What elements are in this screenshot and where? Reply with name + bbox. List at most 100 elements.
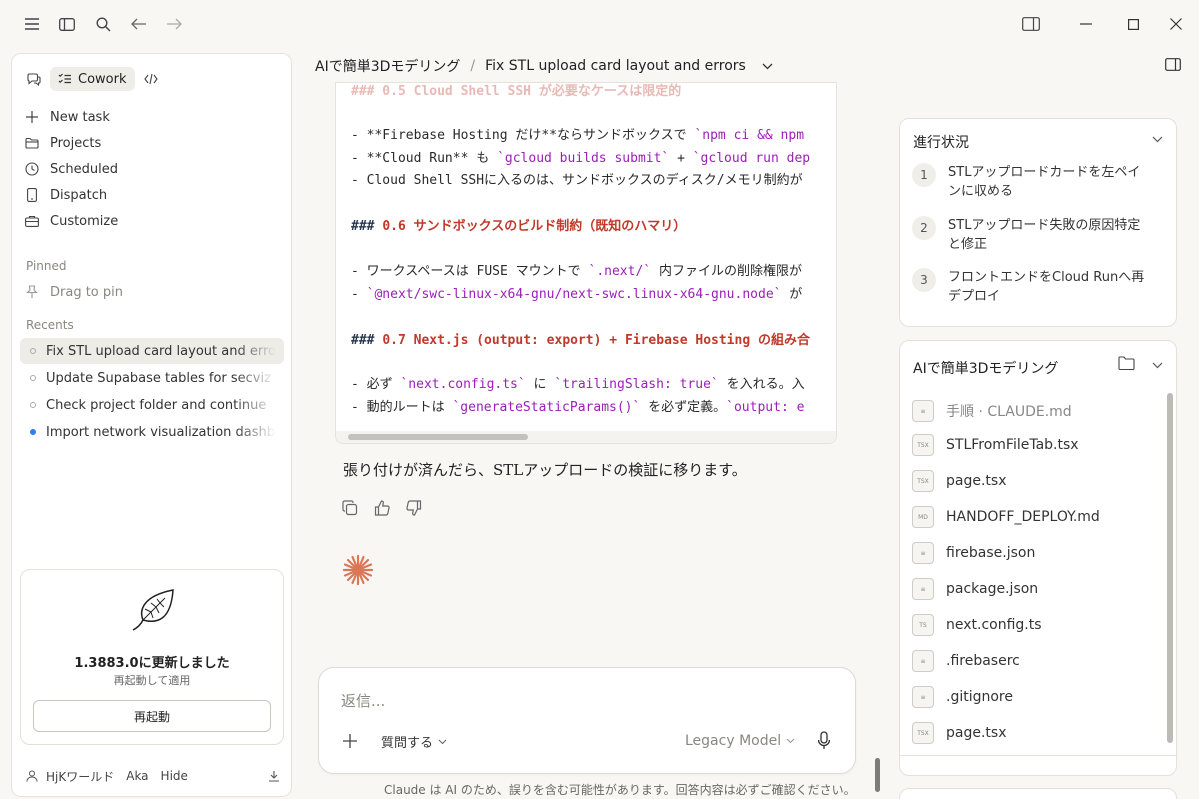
hide-button[interactable]: Hide: [161, 769, 188, 783]
document-icon: ≡: [912, 578, 934, 600]
nav-scheduled[interactable]: Scheduled: [24, 157, 118, 181]
clock-icon: [24, 161, 40, 177]
progress-card: 進行状況 1 STLアップロードカードを左ペインに収める 2 STLアップロード…: [899, 118, 1177, 327]
copy-icon[interactable]: [342, 500, 360, 518]
recent-item-label: Import network visualization dashboa: [46, 424, 276, 440]
code-line: - Cloud Shell SSHに入るのは、サンドボックスのディスク/メモリ制…: [351, 173, 803, 188]
step-number: 1: [912, 163, 936, 187]
recent-item-label: Check project folder and continue: [46, 397, 267, 413]
disclaimer: Claude は AI のため、誤りを含む可能性があります。回答内容は必ずご確認…: [384, 783, 856, 797]
update-title: 1.3883.0に更新しました: [74, 656, 230, 671]
file-name: HANDOFF_DEPLOY.md: [946, 509, 1100, 525]
document-icon: ≡: [912, 650, 934, 672]
chevron-down-icon[interactable]: [1152, 362, 1163, 369]
recent-item-label: Update Supabase tables for secviz pr: [46, 370, 276, 386]
file-item[interactable]: MD HANDOFF_DEPLOY.md: [912, 505, 1100, 529]
folder-icon: [24, 135, 40, 151]
project-files-card: AIで簡単3Dモデリング ≡ 手順 · CLAUDE.md TSX STLFro…: [899, 340, 1177, 776]
search-icon[interactable]: [91, 12, 115, 36]
code-icon[interactable]: [141, 69, 161, 89]
breadcrumb-project[interactable]: AIで簡単3Dモデリング: [315, 56, 460, 76]
briefcase-icon: [24, 213, 40, 229]
code-line: - ワークスペースは FUSE マウントで `.next/` 内ファイルの削除権…: [351, 264, 802, 279]
file-name: package.json: [946, 581, 1039, 597]
user-org: Aka: [126, 769, 149, 783]
recent-item[interactable]: Check project folder and continue: [20, 392, 284, 418]
file-item[interactable]: ≡ .gitignore: [912, 685, 1013, 709]
file-name: page.tsx: [946, 473, 1007, 489]
file-item[interactable]: TSX page.tsx: [912, 469, 1006, 493]
nav-customize-label: Customize: [50, 213, 119, 229]
tsx-file-icon: TSX: [912, 722, 934, 744]
main-scrollbar[interactable]: [875, 758, 880, 792]
file-item[interactable]: TSX page.tsx: [912, 721, 1006, 745]
progress-title: 進行状況: [913, 135, 969, 151]
horizontal-scrollbar[interactable]: [336, 431, 836, 443]
code-line: ### 0.6 サンドボックスのビルド制約（既知のハマリ）: [351, 219, 687, 234]
recent-item[interactable]: Update Supabase tables for secviz pr: [20, 365, 284, 391]
nav-customize[interactable]: Customize: [24, 209, 118, 233]
download-icon[interactable]: [268, 770, 280, 782]
breadcrumb-separator: /: [470, 58, 476, 74]
sidebar-toggle-icon[interactable]: [55, 12, 79, 36]
breadcrumb-task[interactable]: Fix STL upload card layout and errors: [485, 58, 746, 74]
thumbs-up-icon[interactable]: [374, 500, 392, 518]
nav-dispatch[interactable]: Dispatch: [24, 183, 107, 207]
code-line: ### 0.7 Next.js (output: export) + Fireb…: [351, 333, 810, 348]
breadcrumb: AIで簡単3Dモデリング / Fix STL upload card layou…: [315, 56, 773, 76]
step-text: STLアップロード失敗の原因特定と修正: [948, 218, 1141, 252]
model-selector[interactable]: Legacy Model: [685, 733, 795, 749]
ask-mode-dropdown[interactable]: 質問する: [381, 732, 447, 751]
drag-to-pin-label: Drag to pin: [50, 284, 123, 300]
arrow-right-icon[interactable]: [162, 12, 186, 36]
add-attachment-icon[interactable]: [343, 734, 357, 748]
file-name: .firebaserc: [946, 653, 1020, 669]
nav-projects[interactable]: Projects: [24, 131, 101, 155]
pinned-label: Pinned: [26, 259, 67, 273]
document-icon: ≡: [912, 686, 934, 708]
recents-label: Recents: [26, 318, 74, 332]
nav-new-task[interactable]: New task: [24, 105, 110, 129]
file-item[interactable]: TSX STLFromFileTab.tsx: [912, 433, 1079, 457]
folder-icon[interactable]: [1118, 356, 1135, 370]
nav-projects-label: Projects: [50, 135, 102, 151]
drag-to-pin: Drag to pin: [24, 280, 123, 304]
progress-step: 2 STLアップロード失敗の原因特定と修正: [912, 216, 1167, 254]
minimize-icon[interactable]: [1074, 12, 1098, 36]
file-item[interactable]: ≡ .firebaserc: [912, 649, 1020, 673]
mode-switcher: Cowork: [24, 66, 161, 92]
hamburger-icon[interactable]: [20, 12, 44, 36]
scrollbar-thumb[interactable]: [348, 434, 528, 440]
microphone-icon[interactable]: [817, 731, 831, 751]
user-icon: [26, 770, 38, 782]
close-icon[interactable]: [1164, 12, 1188, 36]
code-block[interactable]: ### 0.5 Cloud Shell SSH が必要なケースは限定的 - **…: [335, 82, 837, 444]
files-title: AIで簡単3Dモデリング: [913, 361, 1059, 377]
user-name[interactable]: HjKワールド: [46, 768, 114, 785]
md-file-icon: MD: [912, 506, 934, 528]
restart-button[interactable]: 再起動: [33, 700, 271, 732]
recent-status-dot: [30, 429, 36, 435]
file-item[interactable]: ≡ firebase.json: [912, 541, 1035, 565]
chat-icon[interactable]: [24, 69, 44, 89]
thumbs-down-icon[interactable]: [406, 500, 424, 518]
chevron-down-icon[interactable]: [1152, 136, 1163, 143]
chevron-down-icon[interactable]: [762, 63, 773, 70]
file-item[interactable]: ≡ package.json: [912, 577, 1038, 601]
progress-step: 1 STLアップロードカードを左ペインに収める: [912, 163, 1167, 201]
update-subtitle: 再起動して適用: [113, 674, 191, 687]
recent-item[interactable]: Fix STL upload card layout and errors: [20, 338, 284, 364]
file-item[interactable]: ≡ 手順 · CLAUDE.md: [912, 399, 1072, 423]
reply-input[interactable]: 返信...: [341, 690, 385, 711]
right-panel-toggle-icon[interactable]: [1165, 58, 1181, 71]
panel-icon[interactable]: [1019, 12, 1043, 36]
file-item[interactable]: TS next.config.ts: [912, 613, 1042, 637]
mode-cowork-button[interactable]: Cowork: [50, 67, 135, 91]
file-name: STLFromFileTab.tsx: [946, 437, 1079, 453]
maximize-icon[interactable]: [1121, 12, 1145, 36]
files-scrollbar[interactable]: [1167, 393, 1173, 743]
recent-item[interactable]: Import network visualization dashboa: [20, 419, 284, 445]
arrow-left-icon[interactable]: [127, 12, 151, 36]
user-row: HjKワールド Aka Hide: [26, 766, 280, 786]
step-number: 3: [912, 268, 936, 292]
